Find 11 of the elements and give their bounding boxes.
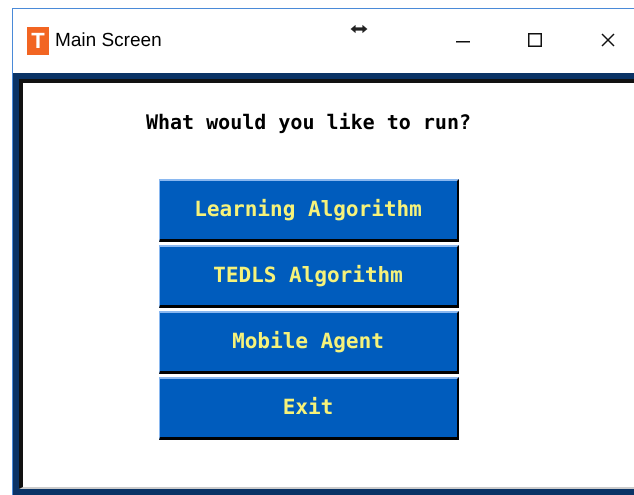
resize-cursor-icon [350,23,368,35]
close-icon[interactable] [601,33,615,47]
maximize-icon[interactable] [528,33,542,47]
menu-button[interactable]: Mobile Agent [158,311,458,374]
minimize-icon[interactable] [456,41,470,43]
menu-button[interactable]: Exit [158,377,458,440]
window-title: Main Screen [55,28,162,53]
menu-button[interactable]: Learning Algorithm [158,179,458,242]
app-icon: T [27,27,49,55]
menu-button[interactable]: TEDLS Algorithm [158,245,458,308]
prompt-text: What would you like to run? [146,109,472,136]
